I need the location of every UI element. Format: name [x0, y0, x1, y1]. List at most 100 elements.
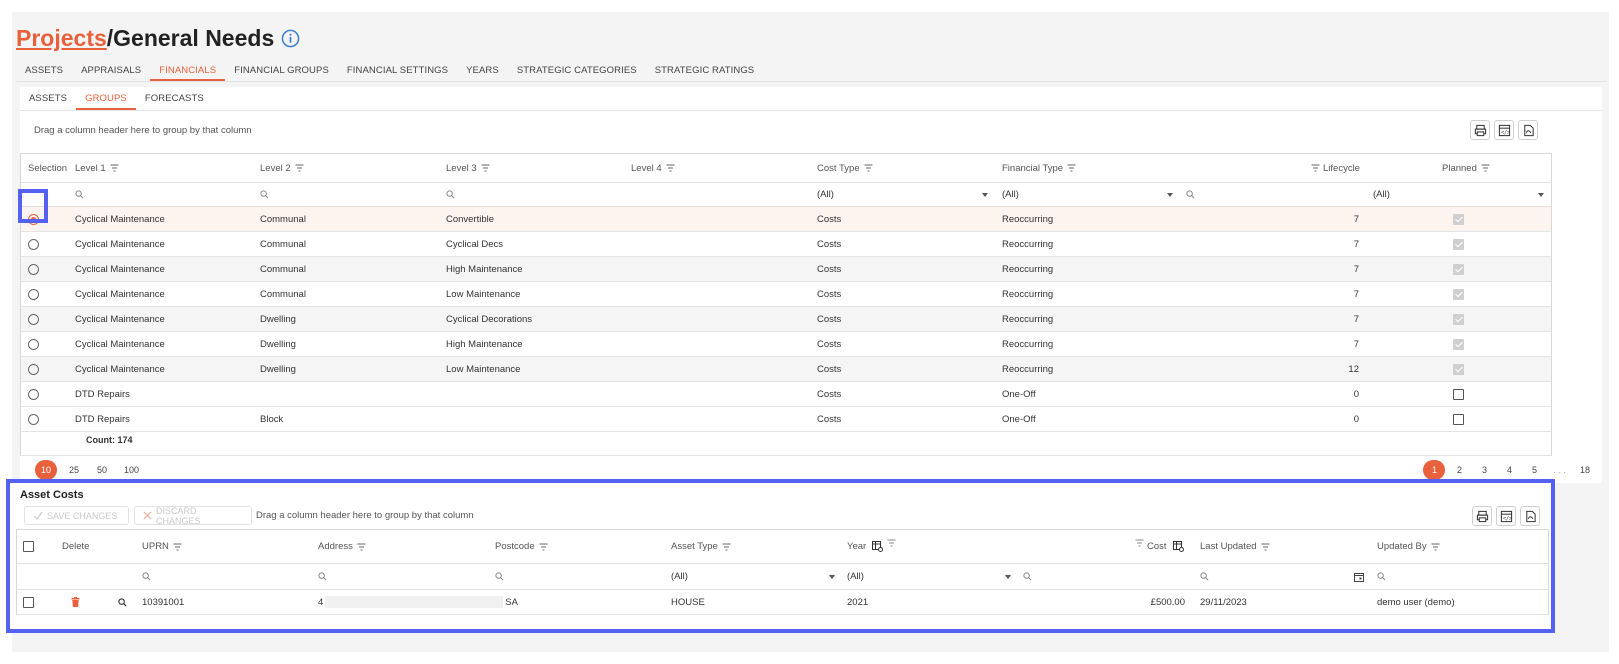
- table-row[interactable]: 10391001 4 SA HOUSE 2021 £500.00 29/11/20…: [17, 590, 1548, 615]
- breadcrumb-projects-link[interactable]: Projects: [16, 25, 107, 52]
- tab-strategic-ratings[interactable]: STRATEGIC RATINGS: [646, 59, 764, 81]
- tab-strategic-categories[interactable]: STRATEGIC CATEGORIES: [508, 59, 646, 81]
- filter-icon[interactable]: [110, 164, 119, 172]
- save-changes-button[interactable]: SAVE CHANGES: [24, 506, 129, 525]
- row-select-radio[interactable]: [28, 338, 39, 350]
- col-level1[interactable]: Level 1: [75, 154, 119, 182]
- filter-icon[interactable]: [887, 539, 896, 547]
- export-pdf-button[interactable]: [1518, 120, 1538, 140]
- col-cost[interactable]: Cost: [1135, 530, 1184, 563]
- tab-years[interactable]: YEARS: [457, 59, 508, 81]
- page-2[interactable]: 2: [1448, 460, 1470, 480]
- table-row[interactable]: Cyclical Maintenance Dwelling High Maint…: [21, 332, 1551, 357]
- col-financial-type[interactable]: Financial Type: [1002, 154, 1076, 182]
- col-level4[interactable]: Level 4: [631, 154, 675, 182]
- col-last-updated[interactable]: Last Updated: [1200, 530, 1270, 563]
- page-1[interactable]: 1: [1423, 460, 1446, 480]
- filter-address[interactable]: [318, 564, 327, 589]
- filter-icon[interactable]: [539, 543, 548, 551]
- col-uprn[interactable]: UPRN: [142, 530, 182, 563]
- page-size-25[interactable]: 25: [63, 460, 85, 480]
- col-asset-type[interactable]: Asset Type: [671, 530, 731, 563]
- filter-uprn[interactable]: [142, 564, 151, 589]
- view-row-button[interactable]: [118, 590, 127, 614]
- row-select-radio[interactable]: [28, 388, 39, 400]
- row-checkbox[interactable]: [23, 596, 34, 608]
- group-panel-hint[interactable]: Drag a column header here to group by th…: [34, 125, 252, 136]
- export-excel-button[interactable]: </>: [1494, 120, 1514, 140]
- calendar-icon[interactable]: [1354, 572, 1364, 582]
- tab-assets[interactable]: ASSETS: [16, 59, 72, 81]
- filter-level3[interactable]: [446, 183, 455, 206]
- filter-icon[interactable]: [1067, 164, 1076, 172]
- info-icon[interactable]: [280, 28, 300, 48]
- filter-icon[interactable]: [1481, 164, 1490, 172]
- col-cost-type[interactable]: Cost Type: [817, 154, 873, 182]
- col-year[interactable]: Year: [847, 530, 896, 563]
- page-3[interactable]: 3: [1473, 460, 1495, 480]
- page-size-100[interactable]: 100: [119, 460, 144, 480]
- col-address[interactable]: Address: [318, 530, 366, 563]
- subtab-assets[interactable]: ASSETS: [20, 87, 76, 110]
- col-level3[interactable]: Level 3: [446, 154, 490, 182]
- subtab-forecasts[interactable]: FORECASTS: [136, 87, 213, 110]
- filter-icon[interactable]: [666, 164, 675, 172]
- filter-financial-type[interactable]: (All): [1002, 183, 1177, 206]
- filter-cost-type[interactable]: (All): [817, 183, 992, 206]
- col-updated-by[interactable]: Updated By: [1377, 530, 1440, 563]
- page-4[interactable]: 4: [1498, 460, 1520, 480]
- row-select-radio[interactable]: [28, 313, 39, 325]
- delete-row-button[interactable]: [71, 590, 80, 614]
- print-button[interactable]: [1470, 120, 1490, 140]
- filter-updated-by[interactable]: [1377, 564, 1386, 589]
- table-row[interactable]: Cyclical Maintenance Communal High Maint…: [21, 257, 1551, 282]
- export-excel-button[interactable]: </>: [1496, 506, 1516, 526]
- export-pdf-button[interactable]: [1520, 506, 1540, 526]
- filter-icon[interactable]: [481, 164, 490, 172]
- tab-appraisals[interactable]: APPRAISALS: [72, 59, 150, 81]
- page-18[interactable]: 18: [1574, 460, 1596, 480]
- table-row[interactable]: Cyclical Maintenance Communal Convertibl…: [21, 207, 1551, 232]
- col-lifecycle[interactable]: Lifecycle: [1311, 154, 1360, 182]
- filter-icon[interactable]: [1311, 164, 1320, 172]
- table-row[interactable]: DTD Repairs Costs One-Off 0: [21, 382, 1551, 407]
- filter-icon[interactable]: [295, 164, 304, 172]
- filter-level2[interactable]: [260, 183, 269, 206]
- row-select-radio[interactable]: [28, 288, 39, 300]
- page-size-50[interactable]: 50: [91, 460, 113, 480]
- table-row[interactable]: Cyclical Maintenance Communal Cyclical D…: [21, 232, 1551, 257]
- filter-lifecycle[interactable]: [1186, 183, 1195, 206]
- filter-level1[interactable]: [75, 183, 84, 206]
- table-row[interactable]: Cyclical Maintenance Dwelling Cyclical D…: [21, 307, 1551, 332]
- filter-icon[interactable]: [1431, 543, 1440, 551]
- asset-group-panel-hint[interactable]: Drag a column header here to group by th…: [256, 510, 474, 521]
- filter-cost[interactable]: [1023, 564, 1032, 589]
- row-select-radio[interactable]: [28, 363, 39, 375]
- filter-icon[interactable]: [864, 164, 873, 172]
- filter-postcode[interactable]: [495, 564, 504, 589]
- table-row[interactable]: Cyclical Maintenance Communal Low Mainte…: [21, 282, 1551, 307]
- select-all-checkbox[interactable]: [23, 541, 34, 552]
- filter-icon[interactable]: [173, 543, 182, 551]
- subtab-groups[interactable]: GROUPS: [76, 87, 136, 110]
- table-settings-icon[interactable]: [872, 541, 884, 552]
- table-row[interactable]: Cyclical Maintenance Dwelling Low Mainte…: [21, 357, 1551, 382]
- page-size-10[interactable]: 10: [35, 460, 57, 480]
- tab-financial-settings[interactable]: FINANCIAL SETTINGS: [338, 59, 457, 81]
- filter-last-updated[interactable]: [1200, 564, 1368, 589]
- col-level2[interactable]: Level 2: [260, 154, 304, 182]
- tab-financial-groups[interactable]: FINANCIAL GROUPS: [225, 59, 338, 81]
- filter-year[interactable]: (All): [847, 564, 1015, 589]
- filter-icon[interactable]: [722, 543, 731, 551]
- filter-asset-type[interactable]: (All): [671, 564, 839, 589]
- table-row[interactable]: DTD Repairs Block Costs One-Off 0: [21, 407, 1551, 432]
- row-select-radio[interactable]: [28, 263, 39, 275]
- row-select-radio[interactable]: [28, 413, 39, 425]
- col-planned[interactable]: Planned: [1442, 154, 1490, 182]
- tab-financials[interactable]: FINANCIALS: [150, 59, 226, 81]
- print-button[interactable]: [1472, 506, 1492, 526]
- discard-changes-button[interactable]: DISCARD CHANGES: [134, 506, 252, 526]
- col-postcode[interactable]: Postcode: [495, 530, 548, 563]
- filter-icon[interactable]: [1135, 539, 1144, 547]
- filter-planned[interactable]: (All): [1373, 183, 1548, 206]
